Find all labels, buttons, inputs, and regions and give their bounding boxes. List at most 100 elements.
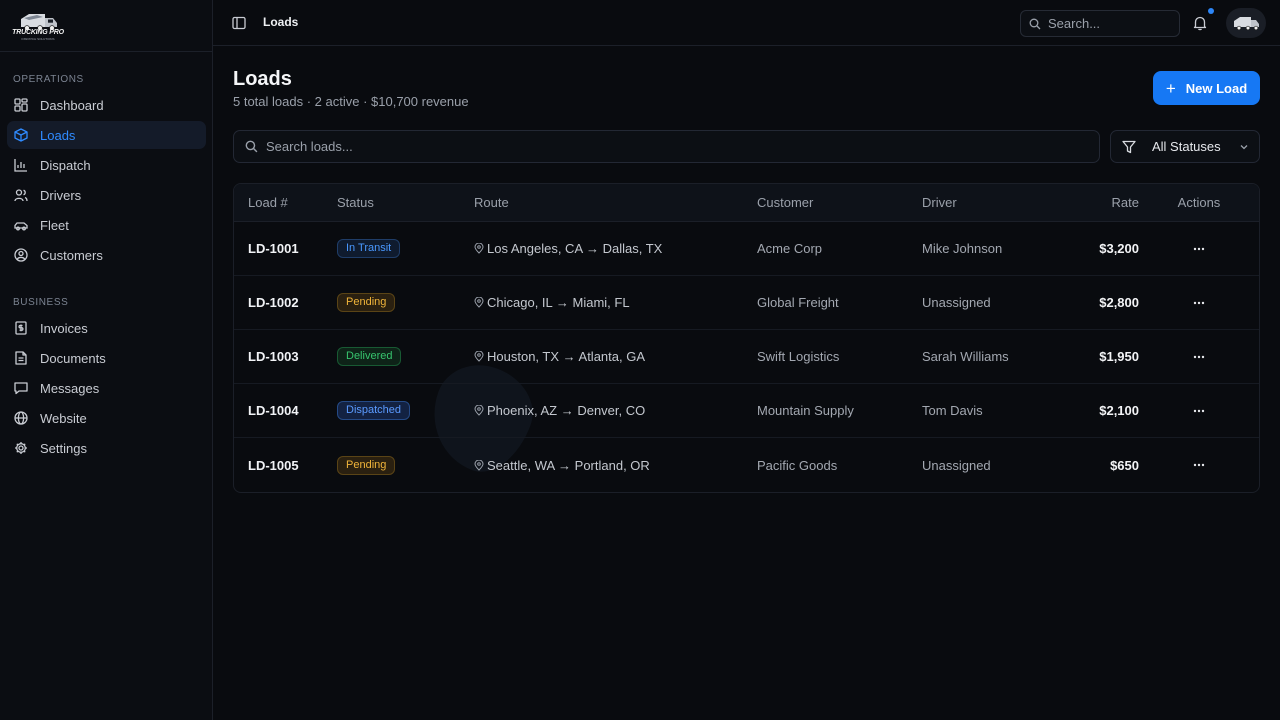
sidebar-item-fleet[interactable]: Fleet: [7, 211, 206, 239]
sidebar-item-messages[interactable]: Messages: [7, 374, 206, 402]
sidebar-item-label: Customers: [40, 247, 103, 263]
search-icon: [245, 140, 258, 153]
sidebar-item-documents[interactable]: Documents: [7, 344, 206, 372]
header-route[interactable]: Route: [474, 195, 757, 210]
route-text: Phoenix, AZ → Denver, CO: [487, 403, 646, 418]
logo[interactable]: TRUCKING PRO DISPATCH SOLUTIONS: [12, 9, 64, 43]
route-text: Los Angeles, CA → Dallas, TX: [487, 241, 663, 256]
rate-cell: $3,200: [1099, 241, 1139, 256]
user-circle-icon: [14, 248, 28, 262]
load-id[interactable]: LD-1004: [234, 403, 337, 418]
load-id[interactable]: LD-1001: [234, 241, 337, 256]
users-icon: [14, 188, 28, 202]
route-cell: Chicago, IL → Miami, FL: [474, 295, 757, 310]
table-row[interactable]: LD-1003 Delivered Houston, TX → Atlanta,…: [234, 330, 1259, 384]
avatar[interactable]: [1226, 8, 1266, 38]
gear-icon: [14, 441, 28, 455]
table-header: Load # Status Route Customer Driver Rate…: [234, 184, 1259, 222]
sidebar-item-invoices[interactable]: Invoices: [7, 314, 206, 342]
global-search[interactable]: [1020, 10, 1180, 37]
loads-table: Load # Status Route Customer Driver Rate…: [233, 183, 1260, 493]
loads-search-input[interactable]: [266, 139, 1066, 154]
sidebar-item-label: Website: [40, 410, 87, 426]
plus-icon: +: [1165, 78, 1176, 98]
status-filter-select[interactable]: All Statuses: [1110, 130, 1260, 163]
table-row[interactable]: LD-1002 Pending Chicago, IL → Miami, FL …: [234, 276, 1259, 330]
customer-cell: Swift Logistics: [757, 349, 840, 364]
route-text: Seattle, WA → Portland, OR: [487, 457, 650, 473]
logo-text: TRUCKING PRO: [12, 28, 64, 36]
more-horizontal-icon: [1193, 301, 1205, 304]
driver-cell: Mike Johnson: [922, 241, 1003, 256]
status-badge: Pending: [337, 293, 396, 312]
route-cell: Houston, TX → Atlanta, GA: [474, 349, 757, 364]
route-cell: Seattle, WA → Portland, OR: [474, 458, 757, 473]
header-driver[interactable]: Driver: [922, 195, 1072, 210]
table-row[interactable]: LD-1005 Pending Seattle, WA → Portland, …: [234, 438, 1259, 492]
status-cell: In Transit: [337, 239, 474, 258]
map-pin-icon: [474, 351, 484, 362]
topbar: Loads: [213, 0, 1280, 46]
customer-cell: Pacific Goods: [757, 457, 838, 473]
table-row[interactable]: LD-1004 Dispatched Phoenix, AZ → Denver,…: [234, 384, 1259, 438]
map-pin-icon: [474, 459, 484, 471]
sidebar-item-dispatch[interactable]: Dispatch: [7, 151, 206, 179]
sidebar-item-settings[interactable]: Settings: [7, 434, 206, 462]
driver-cell: Unassigned: [922, 295, 991, 310]
sidebar-item-label: Dashboard: [40, 97, 104, 113]
car-icon: [14, 218, 28, 232]
rate-cell: $2,800: [1099, 295, 1139, 310]
notification-dot: [1208, 8, 1214, 14]
header-load-number[interactable]: Load #: [234, 195, 337, 210]
sidebar-item-loads[interactable]: Loads: [7, 121, 206, 149]
more-actions-button[interactable]: [1139, 247, 1259, 251]
more-horizontal-icon: [1193, 247, 1205, 250]
business-nav: Invoices Documents Messages Website Sett…: [7, 314, 206, 464]
status-badge: In Transit: [337, 239, 401, 258]
more-actions-button[interactable]: [1139, 409, 1259, 413]
driver-cell: Sarah Williams: [922, 349, 1009, 364]
load-id[interactable]: LD-1002: [234, 295, 337, 310]
loads-search[interactable]: [233, 130, 1100, 163]
new-load-button[interactable]: + New Load: [1153, 71, 1260, 105]
section-label-operations: OPERATIONS: [13, 74, 84, 85]
message-icon: [14, 381, 28, 395]
more-horizontal-icon: [1193, 463, 1205, 467]
sidebar-item-label: Drivers: [40, 187, 82, 203]
rate-cell: $650: [1110, 457, 1139, 473]
status-cell: Delivered: [337, 347, 474, 366]
sidebar-item-website[interactable]: Website: [7, 404, 206, 432]
sidebar-item-drivers[interactable]: Drivers: [7, 181, 206, 209]
more-actions-button[interactable]: [1139, 463, 1259, 467]
bell-icon[interactable]: [1192, 15, 1208, 31]
status-cell: Pending: [337, 455, 474, 475]
table-row[interactable]: LD-1001 In Transit Los Angeles, CA → Dal…: [234, 222, 1259, 276]
filter-icon: [1122, 140, 1136, 153]
load-id[interactable]: LD-1005: [234, 458, 337, 473]
status-badge: Delivered: [337, 347, 402, 366]
sidebar-item-label: Invoices: [40, 320, 88, 336]
sidebar-item-dashboard[interactable]: Dashboard: [7, 91, 206, 119]
rate-cell: $1,950: [1099, 349, 1139, 364]
sidebar-item-label: Loads: [40, 127, 76, 143]
global-search-input[interactable]: [1048, 16, 1168, 31]
globe-icon: [14, 411, 28, 425]
sidebar-toggle-icon[interactable]: [232, 16, 246, 30]
new-load-label: New Load: [1185, 80, 1248, 96]
chevron-down-icon: [1240, 145, 1248, 150]
header-rate[interactable]: Rate: [1072, 195, 1139, 210]
section-label-business: BUSINESS: [13, 297, 69, 308]
route-cell: Los Angeles, CA → Dallas, TX: [474, 241, 757, 256]
page-title: Loads: [233, 68, 292, 90]
header-status[interactable]: Status: [337, 195, 474, 210]
load-id[interactable]: LD-1003: [234, 349, 337, 364]
more-actions-button[interactable]: [1139, 301, 1259, 305]
customer-cell: Acme Corp: [757, 241, 823, 256]
customer-cell: Mountain Supply: [757, 403, 854, 418]
header-customer[interactable]: Customer: [757, 195, 922, 210]
more-actions-button[interactable]: [1139, 355, 1259, 359]
document-icon: [14, 351, 28, 365]
driver-cell: Unassigned: [922, 457, 991, 473]
sidebar-item-customers[interactable]: Customers: [7, 241, 206, 269]
sidebar-item-label: Documents: [40, 350, 106, 366]
